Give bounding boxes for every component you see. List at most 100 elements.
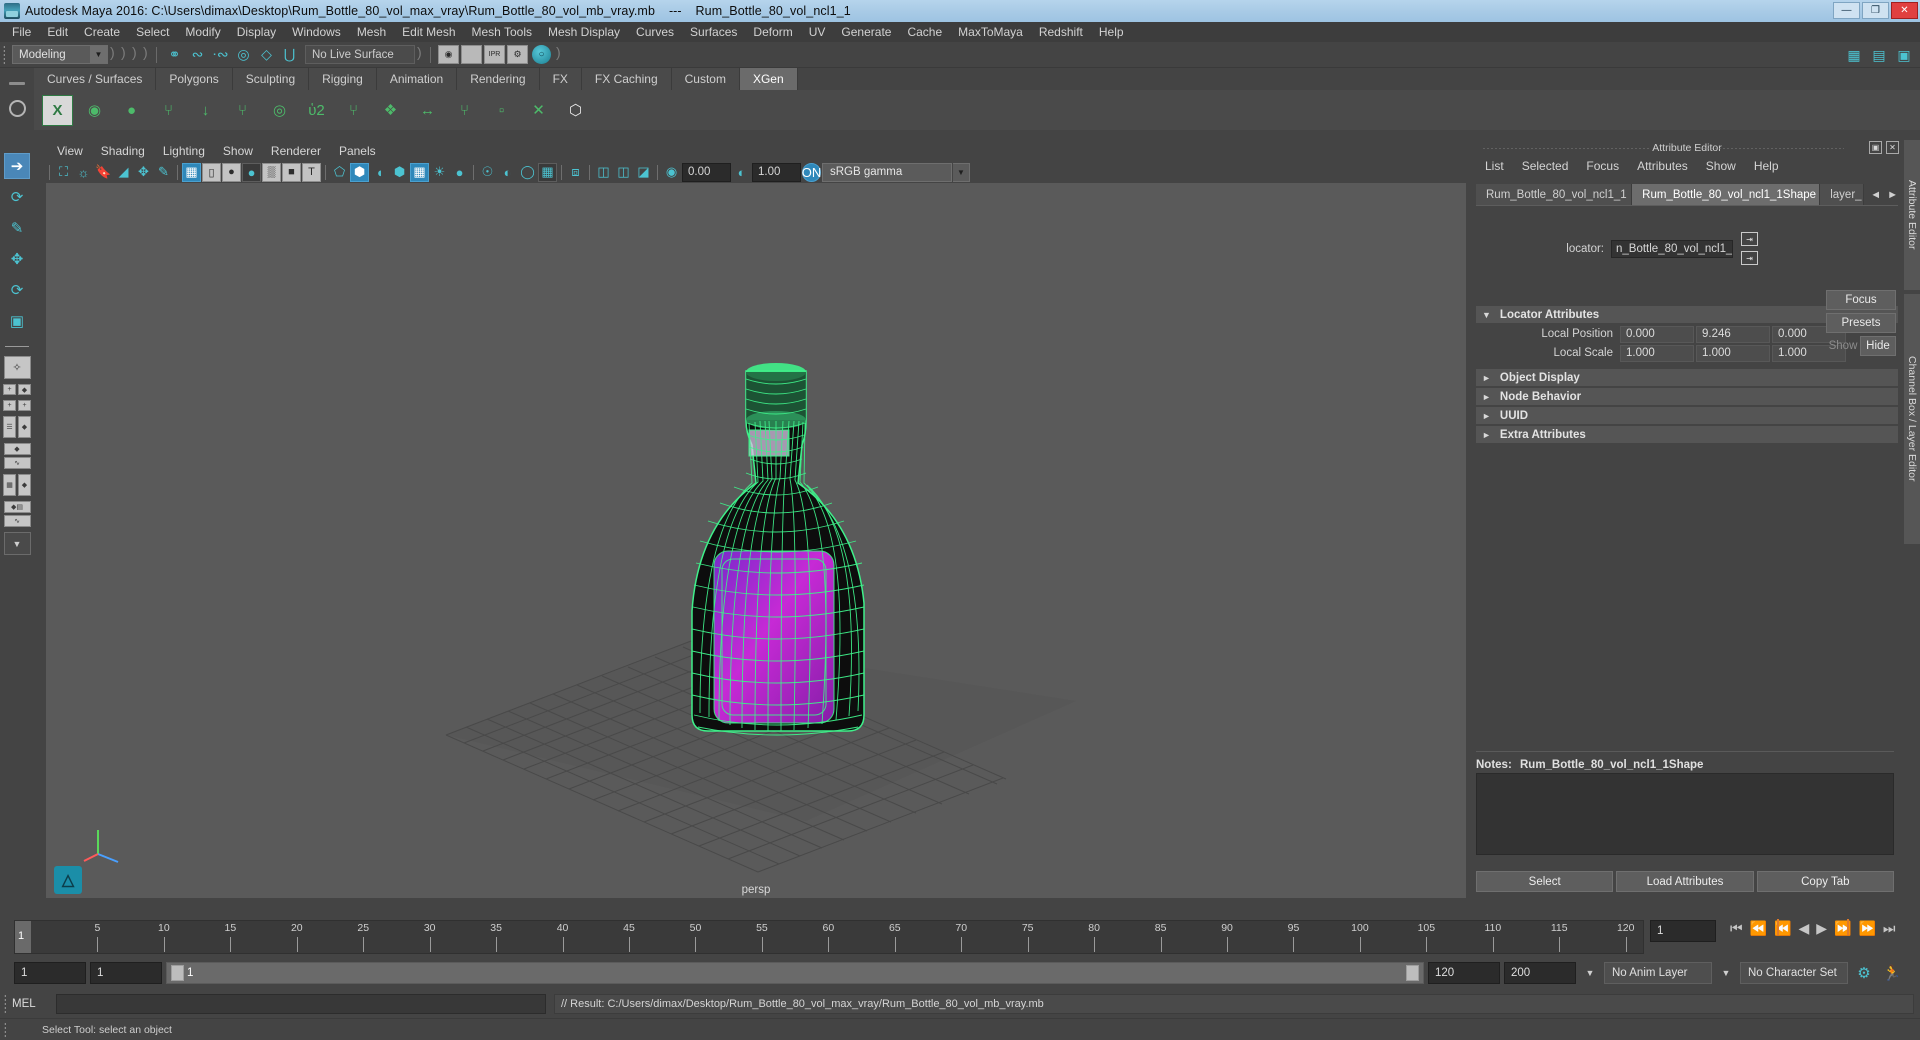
go-to-end-icon[interactable]: ⏭: [1883, 920, 1896, 937]
viewport-menu-view[interactable]: View: [48, 144, 92, 158]
menu-item-create[interactable]: Create: [76, 23, 128, 41]
toolbar-separator[interactable]: [108, 42, 119, 68]
chevron-down-icon[interactable]: ▼: [953, 162, 970, 182]
text-overlay-icon[interactable]: T: [302, 162, 321, 182]
shelf-tab-custom[interactable]: Custom: [671, 68, 740, 90]
outliner-persp-layout-icon[interactable]: ☰ ◆: [3, 416, 31, 438]
copy-tab-button[interactable]: Copy Tab: [1756, 871, 1894, 892]
snap-to-point-icon[interactable]: ⋅∾: [210, 44, 231, 65]
ipr-render-icon[interactable]: IPR: [484, 45, 505, 64]
play-forwards-icon[interactable]: ▶: [1816, 920, 1827, 937]
shelf-tab-polygons[interactable]: Polygons: [156, 68, 233, 90]
resolution-gate-icon[interactable]: ●: [222, 162, 241, 182]
menu-item-edit[interactable]: Edit: [39, 23, 76, 41]
menu-item-edit-mesh[interactable]: Edit Mesh: [394, 23, 463, 41]
viewport-menu-renderer[interactable]: Renderer: [262, 144, 330, 158]
film-origin-icon[interactable]: ▒: [262, 162, 281, 182]
xray-icon[interactable]: ◫: [594, 163, 613, 182]
live-surface-field[interactable]: No Live Surface: [305, 45, 415, 64]
viewport-menu-show[interactable]: Show: [214, 144, 262, 158]
ae-menu-attributes[interactable]: Attributes: [1628, 159, 1697, 173]
tab-node-transform[interactable]: Rum_Bottle_80_vol_ncl1_1: [1476, 184, 1633, 205]
menu-item-select[interactable]: Select: [128, 23, 177, 41]
shelf-options-icon[interactable]: [8, 99, 26, 117]
xgen-delete-guide-icon[interactable]: ✕: [523, 95, 554, 126]
menu-item-modify[interactable]: Modify: [177, 23, 228, 41]
select-camera-icon[interactable]: ⛶: [54, 163, 73, 182]
ao-icon[interactable]: ☉: [478, 163, 497, 182]
workspace-icon[interactable]: ▦: [1844, 45, 1864, 65]
attribute-editor-toggle-icon[interactable]: ▣: [1894, 45, 1914, 65]
anim-end-field[interactable]: 200: [1504, 962, 1576, 984]
shelf-tab-rendering[interactable]: Rendering: [457, 68, 540, 90]
menu-item-mesh[interactable]: Mesh: [349, 23, 394, 41]
ae-menu-help[interactable]: Help: [1745, 159, 1788, 173]
shelf-tab-rigging[interactable]: Rigging: [309, 68, 377, 90]
toolbar-separator[interactable]: [554, 42, 565, 68]
paint-select-tool-icon[interactable]: ✎: [4, 215, 30, 241]
current-frame-field[interactable]: 1: [1650, 920, 1716, 942]
script-language-label[interactable]: MEL: [12, 998, 56, 1010]
menu-set-selector[interactable]: Modeling ▼: [12, 45, 108, 64]
tab-scroll-left-icon[interactable]: ◄: [1870, 189, 1881, 201]
command-input-field[interactable]: [56, 994, 546, 1014]
close-panel-icon[interactable]: ✕: [1886, 141, 1899, 154]
ae-menu-show[interactable]: Show: [1697, 159, 1745, 173]
chevron-down-icon[interactable]: ▼: [1580, 962, 1600, 984]
render-sequence-icon[interactable]: [461, 45, 482, 64]
auto-keyframe-icon[interactable]: ⚙: [1852, 961, 1876, 985]
shelf-tab-sculpting[interactable]: Sculpting: [232, 68, 310, 90]
hypershade-persp-layout-icon[interactable]: ▦ ◆: [3, 474, 31, 496]
animation-preferences-icon[interactable]: 🏃: [1880, 961, 1904, 985]
xgen-editor-icon[interactable]: X: [42, 94, 73, 126]
chevron-down-icon[interactable]: ▼: [1716, 962, 1736, 984]
node-name-field[interactable]: n_Bottle_80_vol_ncl1_1Shape: [1611, 239, 1733, 258]
select-button[interactable]: Select: [1476, 871, 1614, 892]
wireframe-icon[interactable]: ⬠: [330, 163, 349, 182]
menu-item-mesh-display[interactable]: Mesh Display: [540, 23, 628, 41]
range-start-field[interactable]: 1: [14, 962, 86, 984]
menu-item-surfaces[interactable]: Surfaces: [682, 23, 745, 41]
menu-item-generate[interactable]: Generate: [833, 23, 899, 41]
exposure-icon[interactable]: ■: [282, 162, 301, 182]
xgen-lock-guide-icon[interactable]: ὑ2: [301, 95, 332, 126]
menu-item-display[interactable]: Display: [229, 23, 284, 41]
shelf-menu-icon[interactable]: [9, 81, 25, 85]
section-node-behavior[interactable]: ► Node Behavior: [1476, 388, 1898, 405]
menu-item-maxtomaya[interactable]: MaxToMaya: [950, 23, 1031, 41]
menu-item-redshift[interactable]: Redshift: [1031, 23, 1091, 41]
local-scale-x-field[interactable]: 1.000: [1620, 344, 1694, 362]
color-management-toggle-icon[interactable]: ON: [802, 162, 821, 182]
move-tool-icon[interactable]: ✥: [4, 246, 30, 272]
playback-start-field[interactable]: 1: [90, 962, 162, 984]
grease-pencil-icon[interactable]: ✎: [154, 163, 173, 182]
command-result-field[interactable]: // Result: C:/Users/dimax/Desktop/Rum_Bo…: [554, 994, 1914, 1014]
ae-menu-selected[interactable]: Selected: [1513, 159, 1578, 173]
four-view-layout-icon[interactable]: + ◆: [3, 384, 31, 395]
time-slider[interactable]: 1 5 10 15 20 25 30 35 40 45 50 55 60 65 70 75 80 85 90 95 1…: [14, 920, 1644, 954]
shelf-handle[interactable]: [0, 68, 34, 130]
xgen-guide-length-icon[interactable]: ↔: [412, 95, 443, 126]
shelf-tab-curves-surfaces[interactable]: Curves / Surfaces: [34, 68, 157, 90]
load-attributes-button[interactable]: Load Attributes: [1616, 871, 1754, 892]
sidebar-toggle-icon[interactable]: ▤: [1869, 45, 1889, 65]
close-button[interactable]: ✕: [1891, 2, 1918, 19]
character-set-selector[interactable]: No Character Set: [1740, 962, 1848, 984]
hide-button[interactable]: Hide: [1860, 336, 1896, 356]
gamma-contrast-icon[interactable]: ◐: [732, 163, 751, 182]
focus-button[interactable]: Focus: [1826, 290, 1896, 310]
menu-item-help[interactable]: Help: [1091, 23, 1132, 41]
snap-to-view-plane-icon[interactable]: ◇: [256, 44, 277, 65]
xgen-guide-display-icon[interactable]: ◎: [264, 95, 295, 126]
toolbar-grip[interactable]: [0, 42, 9, 68]
exposure-aperture-icon[interactable]: ◉: [662, 163, 681, 182]
minimize-button[interactable]: —: [1833, 2, 1860, 19]
section-extra-attributes[interactable]: ► Extra Attributes: [1476, 426, 1898, 443]
isolate-select-icon[interactable]: ⧈: [566, 163, 585, 182]
gamma-value-field[interactable]: 1.00: [752, 162, 801, 182]
show-button[interactable]: Show: [1826, 336, 1860, 356]
presets-button[interactable]: Presets: [1826, 313, 1896, 333]
textured-icon[interactable]: ⬢: [390, 163, 409, 182]
select-tool-icon[interactable]: ➔: [4, 153, 30, 179]
undock-panel-icon[interactable]: ▣: [1869, 141, 1882, 154]
